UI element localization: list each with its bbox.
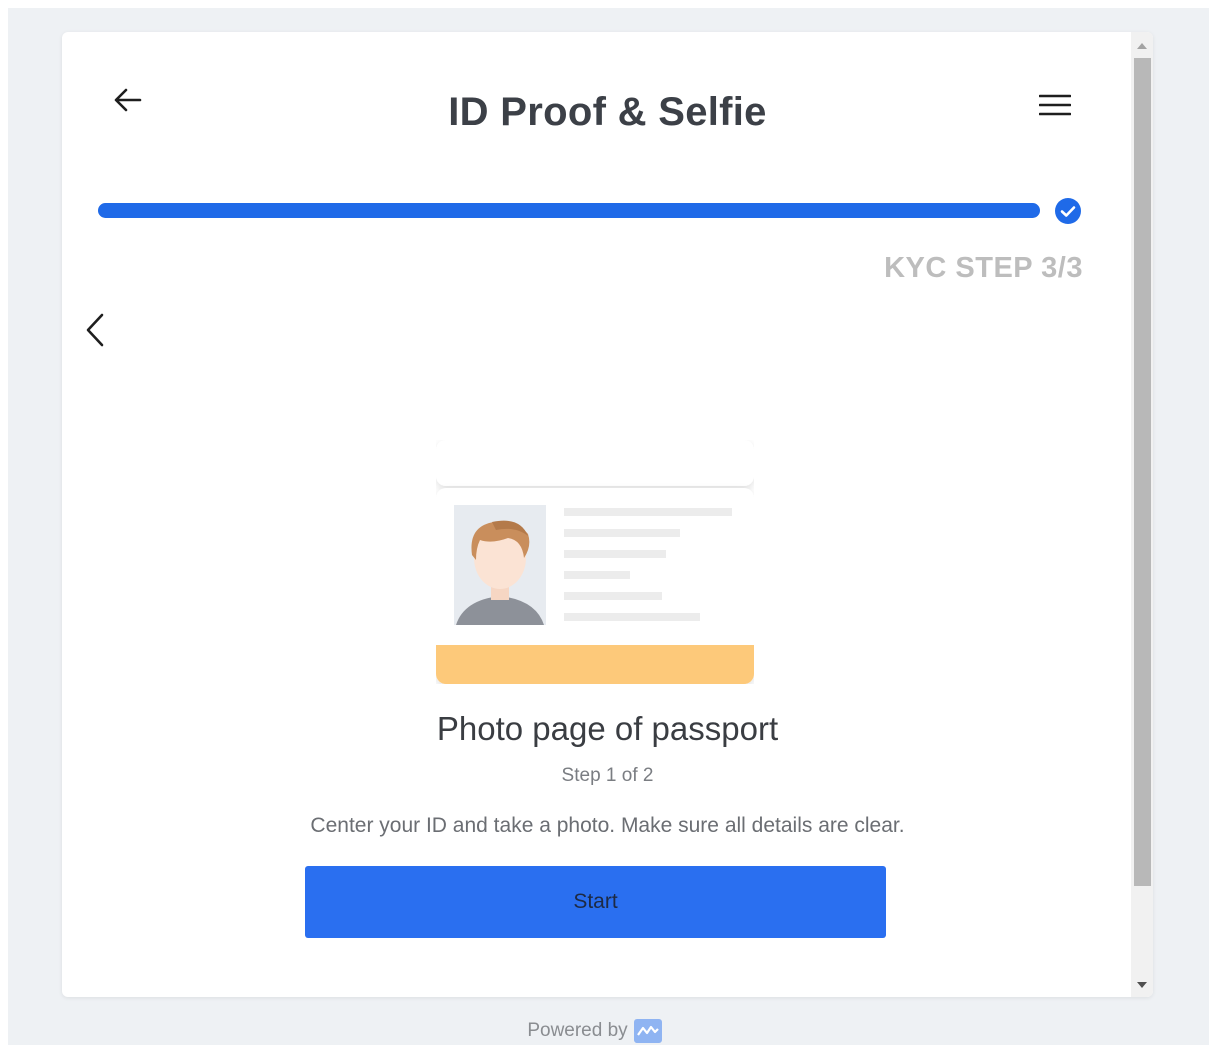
brand-logo-icon bbox=[633, 1019, 662, 1043]
powered-by-footer: Powered by bbox=[0, 1019, 1189, 1043]
powered-by-label: Powered by bbox=[527, 1020, 628, 1041]
passport-photo-page-icon bbox=[436, 440, 754, 684]
document-title: Photo page of passport bbox=[436, 710, 779, 747]
document-step: Step 1 of 2 bbox=[561, 765, 654, 786]
kyc-progress-bar bbox=[98, 203, 1040, 218]
scrollbar[interactable] bbox=[1131, 32, 1153, 997]
page-title: ID Proof & Selfie bbox=[448, 90, 767, 134]
previous-document-button[interactable] bbox=[80, 310, 110, 350]
start-button[interactable]: Start bbox=[305, 866, 886, 938]
triangle-down-icon bbox=[1137, 982, 1147, 988]
check-circle-icon bbox=[1055, 198, 1081, 224]
hamburger-menu-icon bbox=[1039, 94, 1071, 116]
menu-button[interactable] bbox=[1038, 90, 1072, 120]
kyc-card: ID Proof & Selfie KYC STEP 3/3 Photo pag… bbox=[62, 32, 1153, 997]
scroll-down-button[interactable] bbox=[1131, 977, 1153, 993]
scroll-up-button[interactable] bbox=[1131, 38, 1153, 54]
triangle-up-icon bbox=[1137, 43, 1147, 49]
chevron-left-icon bbox=[86, 313, 104, 347]
kyc-progress-fill bbox=[98, 203, 1040, 218]
kyc-step-label: KYC STEP 3/3 bbox=[884, 252, 1083, 284]
scrollbar-thumb[interactable] bbox=[1134, 58, 1151, 886]
document-instruction: Center your ID and take a photo. Make su… bbox=[310, 814, 905, 837]
